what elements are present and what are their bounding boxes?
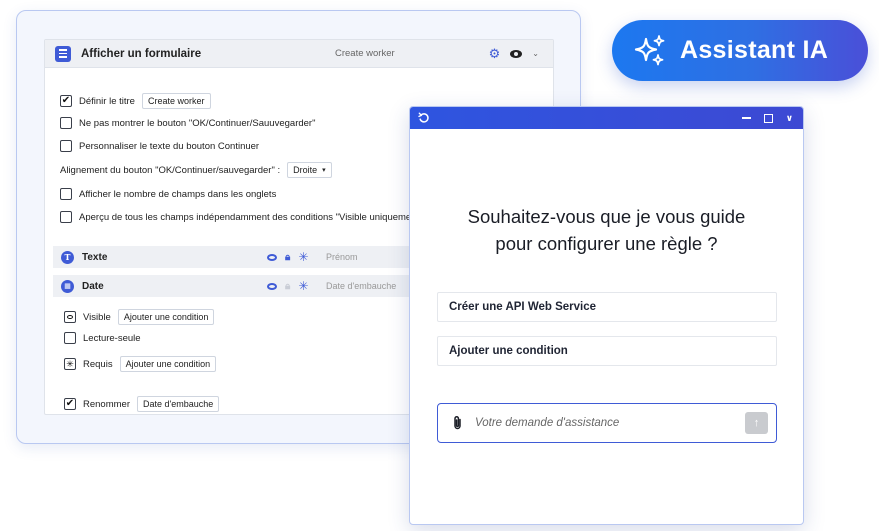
assistant-ia-badge[interactable]: Assistant IA <box>612 20 868 81</box>
question-line-2: pour configurer une règle ? <box>495 233 718 254</box>
option-preview-all: Aperçu de tous les champs indépendamment… <box>60 211 411 223</box>
option-label: Personnaliser le texte du bouton Continu… <box>79 140 260 152</box>
eye-icon[interactable] <box>267 282 277 290</box>
maximize-icon[interactable] <box>763 113 773 123</box>
eye-icon <box>67 315 73 319</box>
paperclip-icon[interactable] <box>452 415 463 431</box>
checkbox-rename[interactable]: ✔ <box>64 398 76 410</box>
visible-toggle[interactable] <box>64 311 76 323</box>
chevron-down-icon: ▾ <box>322 167 326 174</box>
option-hide-ok-button: Ne pas montrer le bouton "OK/Continuer/S… <box>60 117 315 129</box>
option-button-alignment: Alignement du bouton "OK/Continuer/sauve… <box>60 162 332 178</box>
alignment-label: Alignement du bouton "OK/Continuer/sauve… <box>60 164 281 176</box>
checkbox-set-title[interactable]: ✔ <box>60 95 72 107</box>
add-condition-button[interactable]: Ajouter une condition <box>117 309 215 325</box>
gear-icon[interactable]: ⚙ <box>489 47 501 60</box>
lock-icon[interactable]: 🔒︎ <box>285 281 290 292</box>
document-icon <box>55 45 71 62</box>
option-label: Définir le titre <box>79 95 135 107</box>
chevron-down-icon[interactable]: ⌄ <box>532 49 539 58</box>
option-label: Afficher le nombre de champs dans les on… <box>79 188 277 200</box>
checkbox-field-count[interactable] <box>60 188 72 200</box>
text-field-icon: T <box>61 250 74 264</box>
field-option-required: ✳ Requis Ajouter une condition <box>64 356 217 372</box>
assistant-question: Souhaitez-vous que je vous guide pour co… <box>410 203 803 257</box>
checkbox-hide-ok-button[interactable] <box>60 117 72 129</box>
arrow-up-icon: ↑ <box>753 417 760 429</box>
reset-icon[interactable] <box>418 112 430 124</box>
assistant-badge-label: Assistant IA <box>680 36 829 64</box>
checkbox-readonly[interactable] <box>64 332 76 344</box>
panel-subtitle: Create worker <box>335 48 395 59</box>
title-value-chip[interactable]: Create worker <box>141 93 211 109</box>
eye-icon[interactable] <box>267 253 277 261</box>
field-option-label: Renommer <box>83 398 130 410</box>
panel-header[interactable]: Afficher un formulaire Create worker ⚙ ⌄ <box>45 40 553 68</box>
alignment-select[interactable]: Droite ▾ <box>287 162 332 178</box>
option-customize-continue: Personnaliser le texte du bouton Continu… <box>60 140 259 152</box>
asterisk-icon[interactable]: ✳ <box>298 279 308 293</box>
chevron-down-icon[interactable]: ∨ <box>786 113 793 124</box>
assistance-input-box: ↑ <box>437 403 777 443</box>
minimize-icon[interactable] <box>741 117 751 119</box>
field-option-readonly: Lecture-seule <box>64 332 141 344</box>
option-field-count: Afficher le nombre de champs dans les on… <box>60 188 276 200</box>
field-placeholder: Date d'embauche <box>326 281 397 291</box>
chat-titlebar: ∨ <box>410 107 803 129</box>
checkbox-customize-continue[interactable] <box>60 140 72 152</box>
field-name: Texte <box>82 251 108 263</box>
sparkles-icon <box>634 34 665 65</box>
panel-title: Afficher un formulaire <box>81 47 202 60</box>
assistant-chat-window: ∨ Souhaitez-vous que je vous guide pour … <box>409 106 804 525</box>
option-label: Aperçu de tous les champs indépendamment… <box>79 211 412 223</box>
field-option-rename: ✔ Renommer Date d'embauche <box>64 396 220 412</box>
field-option-label: Lecture-seule <box>83 332 141 344</box>
suggestion-create-api[interactable]: Créer une API Web Service <box>437 292 777 322</box>
asterisk-icon[interactable]: ✳ <box>298 250 308 264</box>
send-button[interactable]: ↑ <box>745 412 768 434</box>
field-placeholder: Prénom <box>326 252 358 262</box>
field-option-label: Requis <box>83 358 113 370</box>
lock-icon[interactable]: 🔒︎ <box>285 252 290 263</box>
alignment-value: Droite <box>293 165 318 175</box>
field-option-label: Visible <box>83 311 111 323</box>
checkbox-preview-all[interactable] <box>60 211 72 223</box>
field-name: Date <box>82 280 104 292</box>
suggestion-add-condition[interactable]: Ajouter une condition <box>437 336 777 366</box>
field-option-visible: Visible Ajouter une condition <box>64 309 215 325</box>
option-set-title: ✔ Définir le titre Create worker <box>60 93 211 109</box>
assistance-input[interactable] <box>475 417 725 429</box>
question-line-1: Souhaitez-vous que je vous guide <box>467 206 746 227</box>
required-toggle[interactable]: ✳ <box>64 358 76 370</box>
rename-value-chip[interactable]: Date d'embauche <box>137 396 220 412</box>
add-condition-button[interactable]: Ajouter une condition <box>119 356 217 372</box>
calendar-icon: ▦ <box>61 279 74 293</box>
eye-icon[interactable] <box>510 49 523 58</box>
option-label: Ne pas montrer le bouton "OK/Continuer/S… <box>79 117 316 129</box>
